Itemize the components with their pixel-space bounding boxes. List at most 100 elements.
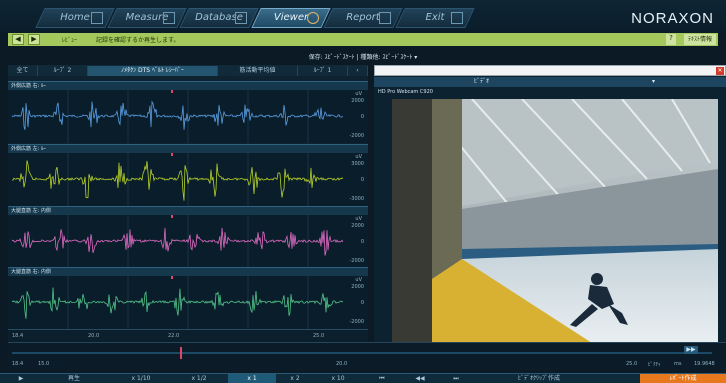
- top-nav: Home Measure Database Viewer Report Exit…: [0, 0, 726, 33]
- rink-scene: [392, 99, 718, 343]
- nav-tab-viewer[interactable]: Viewer: [251, 8, 331, 28]
- tab-muscle-average[interactable]: 筋活動平均値: [218, 66, 298, 76]
- axis-tick-3: 22.0: [168, 333, 180, 339]
- emg-trace: [11, 160, 344, 201]
- channel-3-scale-bottom: -2000: [349, 258, 364, 264]
- home-icon: [91, 12, 103, 24]
- channel-4-waveform: [11, 276, 344, 329]
- channel-4-name: 大腿直筋 右: 内側: [8, 267, 368, 276]
- control-6[interactable]: x 10: [314, 374, 362, 383]
- channel-2-scale-mid: 0: [360, 177, 364, 183]
- status-text: 記録を確認するか再生します。: [96, 37, 180, 44]
- timeline-mark-2: 20.0: [336, 361, 348, 367]
- review-label: ﾚﾋﾞｭｰ: [62, 37, 78, 44]
- channel-1-unit: uV: [355, 91, 362, 97]
- channel-1-scale-mid: 0: [360, 114, 364, 120]
- timeline-ms: ms: [674, 361, 682, 367]
- timeline-next-button[interactable]: ▶▶: [684, 346, 698, 354]
- control-5[interactable]: x 2: [276, 374, 314, 383]
- nav-tab-report[interactable]: Report: [323, 8, 403, 28]
- channel-4-plot: uV 2000 0 -2000: [8, 276, 368, 329]
- control-4[interactable]: x 1: [228, 374, 276, 383]
- emg-trace: [11, 100, 344, 130]
- channel-2-waveform: [11, 153, 344, 206]
- back-button[interactable]: ◀: [12, 34, 24, 45]
- channel-3-name: 大腿直筋 左: 内側: [8, 206, 368, 215]
- channel-1-name: 外側広筋 右: ﾙｰ: [8, 81, 368, 90]
- channel-2-plot: uV 3000 0 -3000: [8, 153, 368, 206]
- emg-trace: [11, 287, 344, 319]
- channel-2-name: 外側広筋 左: ﾙｰ: [8, 144, 368, 153]
- timeline-mark-3: 25.0: [626, 361, 638, 367]
- channel-2: 外側広筋 左: ﾙｰ uV 3000 0 -3000: [8, 144, 368, 206]
- playback-controls: ▶ 再生 x 1/10 x 1/2 x 1x 2x 10 ⏮ ◀◀ ⏭ ﾋﾞﾃﾞｵｸﾘｯﾌﾟ作成…: [0, 373, 726, 383]
- tab-loop-2[interactable]: ﾙｰﾌﾟ 2: [38, 66, 88, 76]
- create-report-button[interactable]: ﾚﾎﾟｰﾄ作成: [640, 374, 726, 383]
- control-7[interactable]: ⏮: [362, 374, 402, 383]
- axis-tick-end: 25.0: [313, 333, 325, 339]
- timeline-start: 18.4: [12, 361, 24, 367]
- nav-tab-measure[interactable]: Measure: [107, 8, 187, 28]
- viewer-icon: [307, 12, 319, 24]
- video-search-bar[interactable]: ✕: [374, 65, 726, 76]
- chevron-down-icon: ▾: [652, 78, 656, 85]
- time-axis: 18.4 20.0 22.0 25.0: [8, 329, 368, 342]
- control-2[interactable]: x 1/10: [112, 374, 170, 383]
- emg-panel: 全て ﾙｰﾌﾟ 2 ﾉﾒﾀｸﾝ DTS ﾍﾞﾙﾄ ﾚｼｰﾊﾞｰ 筋活動平均値 ﾙ…: [8, 65, 368, 343]
- brand-logo: NORAXON: [631, 10, 714, 27]
- control-1[interactable]: 再生: [36, 374, 112, 383]
- channel-4-unit: uV: [355, 277, 362, 283]
- channel-3: 大腿直筋 左: 内側 uV 2000 0 -2000: [8, 206, 368, 268]
- help-button[interactable]: ?: [666, 34, 676, 45]
- control-10[interactable]: ﾋﾞﾃﾞｵｸﾘｯﾌﾟ作成: [474, 374, 604, 383]
- channel-3-waveform: [11, 215, 344, 268]
- close-icon[interactable]: ✕: [716, 67, 724, 75]
- toolbar: ◀ ▶ ﾚﾋﾞｭｰ 記録を確認するか再生します。 ? ﾃｷｽﾄ情報: [8, 33, 718, 46]
- control-3[interactable]: x 1/2: [170, 374, 228, 383]
- video-panel: ✕ ﾋﾞﾃﾞｵ ▾ HD Pro Webcam C920: [374, 65, 726, 343]
- timeline-cursor[interactable]: [180, 347, 182, 359]
- timeline[interactable]: 18.4 15.0 20.0 25.0 ﾋﾟｸﾁｬ ms 19.9648 ▶▶: [8, 342, 726, 372]
- exit-icon: [451, 12, 463, 24]
- play-icon[interactable]: ▶: [28, 34, 40, 45]
- text-info-button[interactable]: ﾃｷｽﾄ情報: [683, 34, 716, 45]
- control-0[interactable]: ▶: [6, 374, 36, 383]
- control-8[interactable]: ◀◀: [402, 374, 438, 383]
- channel-1-scale-bottom: -2000: [349, 133, 364, 139]
- tab-all[interactable]: 全て: [8, 66, 38, 76]
- channel-3-plot: uV 2000 0 -2000: [8, 215, 368, 268]
- tab-loop-1[interactable]: ﾙｰﾌﾟ 1: [298, 66, 348, 76]
- record-title[interactable]: 保存: ｽﾋﾟｰﾄﾞｽｹｰﾄ | 種類他: ｽﾋﾟｰﾄﾞｽｹｰﾄ ▾: [0, 52, 726, 61]
- channel-4: 大腿直筋 右: 内側 uV 2000 0 -2000: [8, 267, 368, 329]
- tab-dts-receiver[interactable]: ﾉﾒﾀｸﾝ DTS ﾍﾞﾙﾄ ﾚｼｰﾊﾞｰ: [88, 66, 218, 76]
- channel-3-unit: uV: [355, 216, 362, 222]
- channel-1: 外側広筋 右: ﾙｰ uV 2000 0 -2000: [8, 81, 368, 143]
- measure-icon: [163, 12, 175, 24]
- channel-4-scale-bottom: -2000: [349, 319, 364, 325]
- channel-4-scale-top: 2000: [351, 284, 364, 290]
- nav-tab-exit[interactable]: Exit: [395, 8, 475, 28]
- report-icon: [379, 12, 391, 24]
- channel-1-waveform: [11, 90, 344, 143]
- channel-4-scale-mid: 0: [360, 300, 364, 306]
- emg-tabs: 全て ﾙｰﾌﾟ 2 ﾉﾒﾀｸﾝ DTS ﾍﾞﾙﾄ ﾚｼｰﾊﾞｰ 筋活動平均値 ﾙ…: [8, 65, 368, 76]
- control-9[interactable]: ⏭: [438, 374, 474, 383]
- channel-2-unit: uV: [355, 154, 362, 160]
- video-frame[interactable]: [392, 99, 718, 343]
- video-source-select[interactable]: ﾋﾞﾃﾞｵ ▾: [374, 77, 726, 87]
- channel-3-scale-top: 2000: [351, 223, 364, 229]
- nav-tab-database[interactable]: Database: [179, 8, 259, 28]
- emg-trace: [11, 227, 344, 256]
- database-icon: [235, 12, 247, 24]
- timeline-unit: ﾋﾟｸﾁｬ: [648, 362, 661, 368]
- timeline-mark-1: 15.0: [38, 361, 50, 367]
- axis-tick-start: 18.4: [12, 333, 24, 339]
- channel-3-scale-mid: 0: [360, 239, 364, 245]
- channel-1-scale-top: 2000: [351, 98, 364, 104]
- timeline-time: 19.9648: [694, 361, 715, 367]
- camera-label: HD Pro Webcam C920: [378, 89, 433, 95]
- channel-1-plot: uV 2000 0 -2000: [8, 90, 368, 143]
- nav-tab-home[interactable]: Home: [35, 8, 115, 28]
- timeline-track[interactable]: [12, 352, 712, 354]
- tab-scroll-left[interactable]: ‹: [348, 66, 368, 76]
